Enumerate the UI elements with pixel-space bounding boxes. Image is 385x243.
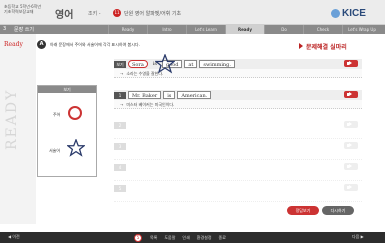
print-button[interactable]: 인쇄 (182, 235, 189, 241)
next-button[interactable]: 다음 ▶ (352, 234, 364, 240)
step-navbar: 3 문장 쓰기 Ready Intro Let's Learn Ready Do… (0, 25, 385, 34)
hint-button[interactable]: 문제해결 실마리 (306, 42, 347, 51)
speaker-icon[interactable] (344, 142, 358, 149)
bottom-bar: ◀ 이전 5 목록 도움말 인쇄 환경설정 종료 다음 ▶ (0, 232, 385, 243)
word-4: at (184, 60, 198, 68)
org-line2: 기초학력보장교재 (4, 9, 34, 14)
question-number: 1 (114, 91, 126, 99)
org-title: 초등학교 5학년·6학년 기초학력보장교재 (4, 4, 54, 14)
question-translation (114, 151, 362, 160)
tab-step-3[interactable]: Let's Learn (186, 25, 225, 34)
question-number: 2 (114, 121, 126, 129)
word-2[interactable]: is (163, 91, 176, 99)
question-row-4: 4 (114, 162, 362, 181)
word-5: swimming. (199, 60, 235, 68)
example-legend-box: 보기 주어 서술어 (37, 85, 97, 177)
settings-button[interactable]: 환경설정 (197, 235, 212, 241)
kice-logo-icon (331, 9, 340, 18)
tab-step-4[interactable]: Ready (225, 25, 264, 34)
tab-step-6[interactable]: Check (303, 25, 342, 34)
question-row-1: 1 Mr. Baker is American. → 미스터 베이커는 미국인이다… (114, 90, 362, 109)
chapter-number-badge: 11 (113, 9, 121, 17)
example-tag: 보기 (114, 60, 126, 68)
speaker-icon[interactable] (344, 121, 358, 128)
question-sentence: 3 (114, 141, 362, 151)
page-number-badge: 5 (134, 233, 142, 242)
question-row-3: 3 (114, 141, 362, 160)
ready-tag: Ready (4, 41, 23, 48)
speaker-icon[interactable] (344, 60, 358, 67)
exit-button[interactable]: 종료 (219, 235, 226, 241)
question-number: 5 (114, 184, 126, 192)
header-bar: 초등학교 5학년·6학년 기초학력보장교재 영어 조키 - 11 단원 영어 알… (0, 0, 385, 25)
arrow-icon: → (120, 71, 124, 76)
example-sentence: 보기 Sora is good at swimming. (114, 59, 362, 69)
speaker-icon[interactable] (344, 163, 358, 170)
tab-step-7[interactable]: Let's Wrap Up (342, 25, 381, 34)
retry-button[interactable]: 다시하기 (322, 206, 354, 215)
section-mark: A (37, 40, 46, 49)
help-button[interactable]: 도움말 (164, 235, 175, 241)
star-mark-icon (67, 139, 85, 157)
chapter-title: 영어 알파벳/어휘 기초 (134, 11, 182, 17)
hint-arrow-icon (299, 43, 303, 49)
predicate-label: 서술어 (49, 148, 61, 153)
question-sentence: 5 (114, 183, 362, 193)
question-translation (114, 172, 362, 181)
question-number: 4 (114, 163, 126, 171)
chapter-name: 단원 영어 알파벳/어휘 기초 (124, 10, 181, 17)
example-sentence-row: 보기 Sora is good at swimming. → 소라는 수영을 잘한… (114, 59, 362, 78)
subject-title: 영어 (55, 10, 74, 21)
question-translation (114, 193, 362, 202)
question-row-5: 5 (114, 183, 362, 202)
word-subject: Sora (128, 60, 148, 68)
speaker-icon[interactable] (344, 184, 358, 191)
question-translation-text: 미스터 베이커는 미국인이다. (126, 102, 175, 107)
question-sentence: 2 (114, 120, 362, 130)
word-3[interactable]: American. (177, 91, 212, 99)
tab-step-5[interactable]: Do (264, 25, 303, 34)
question-row-2: 2 (114, 120, 362, 139)
tab-step-2[interactable]: Intro (147, 25, 186, 34)
chapter-suffix: 단원 (124, 11, 134, 17)
brand-logo-text: KICE (342, 8, 366, 19)
show-answer-button[interactable]: 정답보기 (287, 206, 319, 215)
tab-step-1[interactable]: Ready (108, 25, 147, 34)
example-translation: → 소라는 수영을 잘한다. (114, 69, 362, 78)
ready-watermark: READY (4, 88, 20, 150)
bottom-toolbar: 5 목록 도움말 인쇄 환경설정 종료 (134, 232, 294, 243)
chapter-prefix: 조키 - (88, 11, 101, 17)
menu-list-button[interactable]: 목록 (150, 235, 157, 241)
prev-label: 이전 (12, 234, 20, 239)
subject-label: 주어 (53, 112, 61, 117)
question-sentence: 4 (114, 162, 362, 172)
instruction-text: 아래 문장에서 주어와 서술어에 각각 표시하여 봅시다. (50, 42, 140, 47)
question-number: 3 (114, 142, 126, 150)
question-translation (114, 130, 362, 139)
question-sentence: 1 Mr. Baker is American. (114, 90, 362, 100)
arrow-icon: → (120, 102, 124, 107)
word-1[interactable]: Mr. Baker (128, 91, 162, 99)
star-mark-icon (155, 54, 175, 74)
unit-number: 3 (3, 26, 7, 32)
speaker-icon[interactable] (344, 91, 358, 98)
next-label: 다음 (352, 234, 360, 239)
example-legend-title: 보기 (38, 86, 96, 93)
step-tabs: Ready Intro Let's Learn Ready Do Check L… (108, 25, 381, 34)
circle-mark-icon (68, 106, 82, 120)
question-translation: → 미스터 베이커는 미국인이다. (114, 100, 362, 109)
prev-button[interactable]: ◀ 이전 (8, 234, 20, 240)
unit-name: 문장 쓰기 (14, 27, 34, 33)
